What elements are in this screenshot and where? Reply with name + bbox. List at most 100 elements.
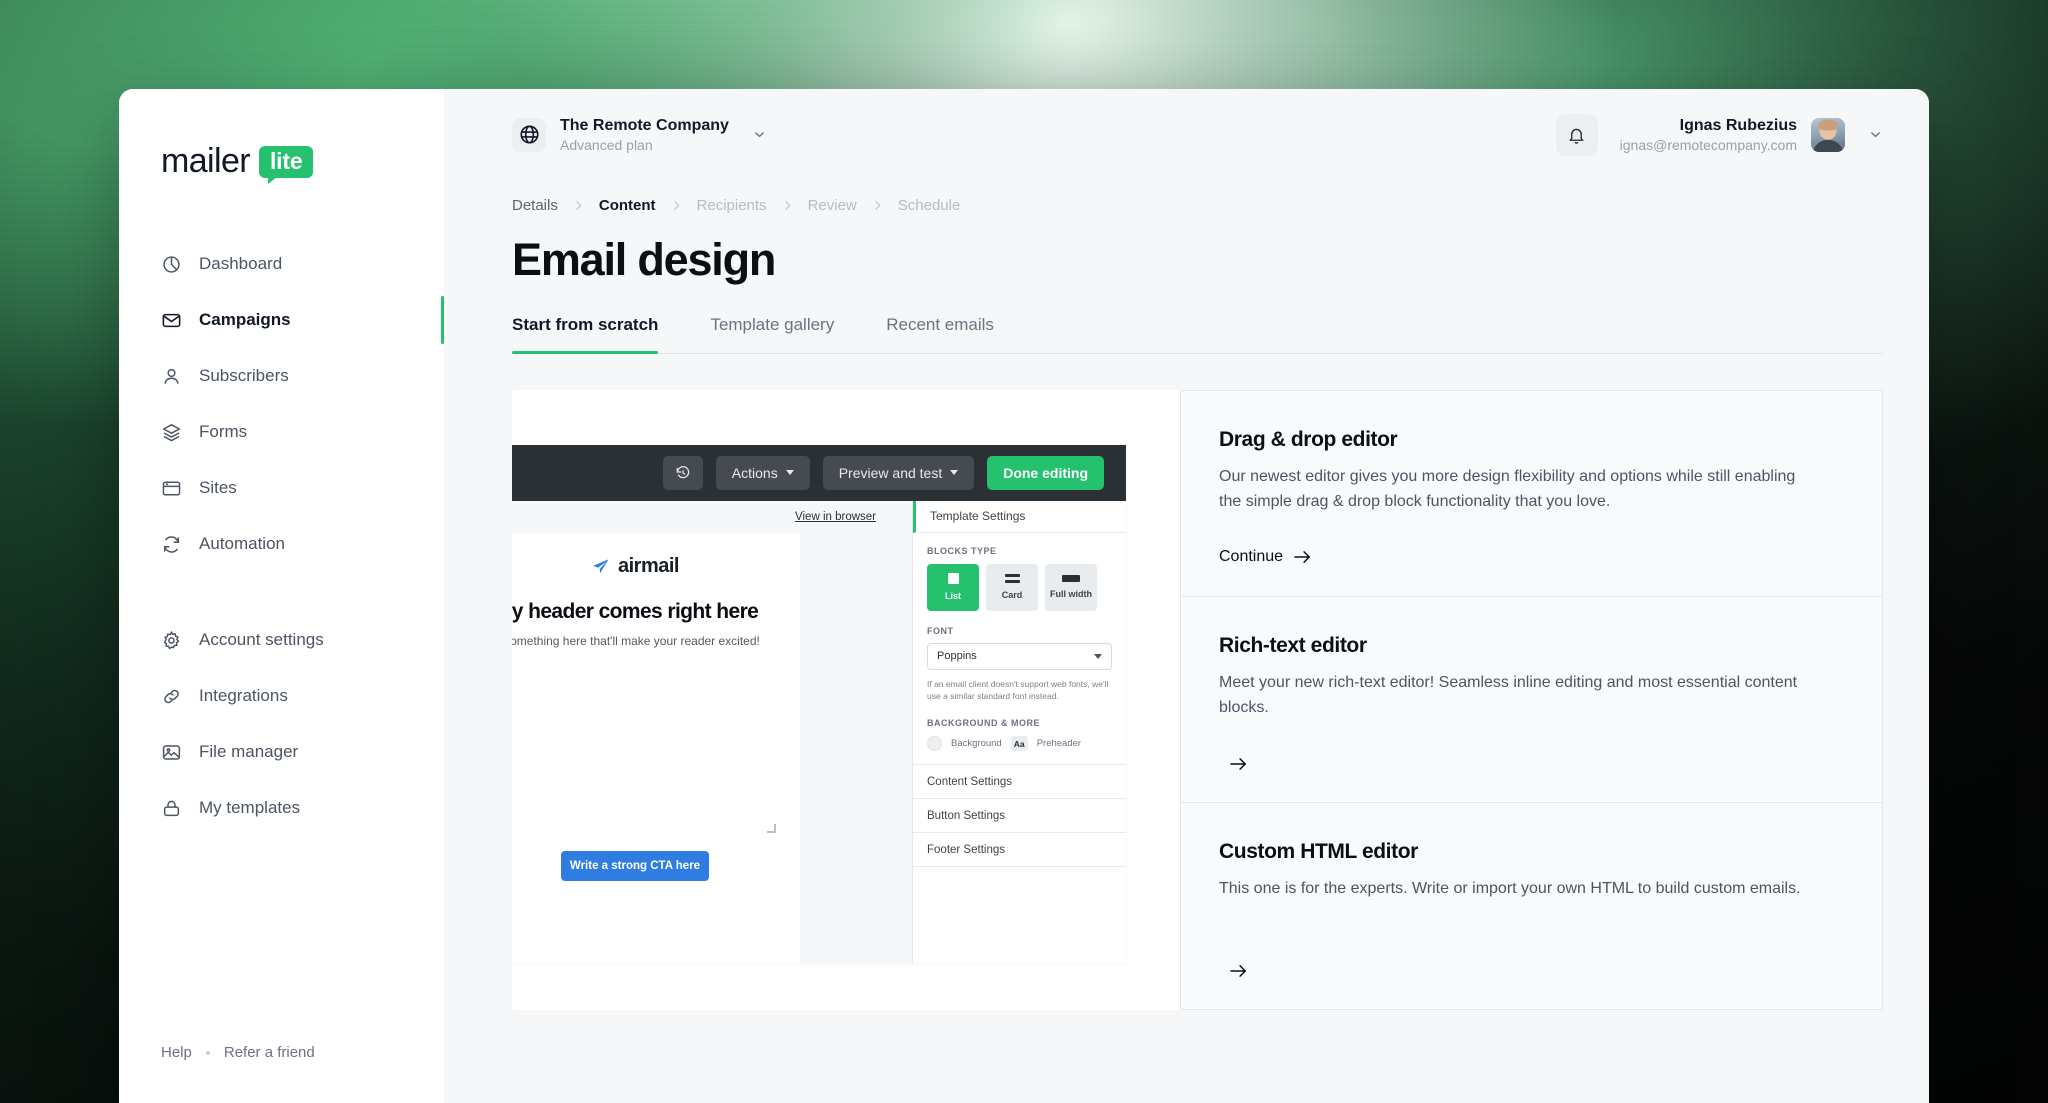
page-title: Email design: [512, 234, 776, 285]
user-name: Ignas Rubezius: [1679, 116, 1797, 134]
background-and-more-row: Background Aa Preheader: [927, 736, 1112, 752]
lock-icon: [161, 798, 182, 819]
tab-start-from-scratch[interactable]: Start from scratch: [512, 315, 684, 354]
editor-body: View in browser airmail y header comes r…: [512, 500, 1126, 963]
image-icon: [161, 742, 182, 763]
breadcrumb-item-details[interactable]: Details: [512, 197, 558, 214]
chevron-right-icon: [781, 199, 794, 212]
blocks-type-list[interactable]: List: [927, 563, 979, 611]
editor-toolbar: Actions Preview and test Done editing: [512, 444, 1126, 501]
main-area: The Remote Company Advanced plan Ignas R…: [444, 89, 1929, 1103]
notifications-button[interactable]: [1555, 114, 1598, 156]
footer-settings-row[interactable]: Footer Settings: [913, 833, 1126, 868]
editor-card-drag-and-drop[interactable]: Drag & drop editor Our newest editor giv…: [1180, 389, 1883, 597]
view-in-browser-link[interactable]: View in browser: [512, 511, 912, 533]
sidebar-item-dashboard[interactable]: Dashboard: [119, 236, 444, 292]
content-area: Details Content Recipients Review Schedu…: [444, 181, 1929, 1103]
sidebar-item-automation[interactable]: Automation: [119, 516, 444, 572]
editor-card-title: Drag & drop editor: [1219, 427, 1398, 451]
editor-card-rich-text[interactable]: Rich-text editor Meet your new rich-text…: [1180, 596, 1883, 804]
editor-card-title: Rich-text editor: [1219, 633, 1367, 657]
template-settings-body: BLOCKS TYPE List Card Full width FONT Po…: [913, 533, 1126, 752]
editor-card-custom-html[interactable]: Custom HTML editor This one is for the e…: [1180, 803, 1883, 1010]
font-select[interactable]: Poppins: [927, 642, 1112, 670]
preheader-icon[interactable]: Aa: [1010, 736, 1028, 752]
sidebar-item-integrations[interactable]: Integrations: [119, 668, 444, 724]
blocks-type-label-list: List: [944, 591, 961, 602]
sidebar-item-subscribers[interactable]: Subscribers: [119, 348, 444, 404]
chevron-down-icon: [1868, 127, 1883, 142]
sidebar-item-file-manager[interactable]: File manager: [119, 724, 444, 780]
breadcrumb-item-schedule[interactable]: Schedule: [898, 197, 961, 214]
email-cta-button[interactable]: Write a strong CTA here: [561, 850, 709, 881]
arrow-right-icon: [1229, 963, 1248, 979]
editor-card-body: This one is for the experts. Write or im…: [1219, 880, 1801, 898]
breadcrumb-item-content[interactable]: Content: [599, 197, 656, 214]
sidebar-item-campaigns[interactable]: Campaigns: [119, 292, 444, 348]
background-and-more-label: BACKGROUND & MORE: [927, 718, 1040, 729]
sidebar-item-account-settings[interactable]: Account settings: [119, 612, 444, 668]
topbar-right: Ignas Rubezius ignas@remotecompany.com: [1555, 114, 1883, 156]
user-menu[interactable]: Ignas Rubezius ignas@remotecompany.com: [1620, 117, 1883, 153]
help-link[interactable]: Help: [161, 1044, 192, 1061]
resize-handle[interactable]: [767, 823, 776, 833]
nav-group-secondary: Account settings Integrations File manag…: [119, 612, 444, 836]
sidebar-item-sites[interactable]: Sites: [119, 460, 444, 516]
design-tabs: Start from scratch Template gallery Rece…: [512, 315, 1883, 354]
chevron-down-icon: [752, 127, 767, 142]
editor-card-action[interactable]: [1219, 963, 1248, 979]
editor-card-body: Our newest editor gives you more design …: [1219, 467, 1796, 511]
background-option-label: Background: [951, 738, 1002, 750]
actions-label: Actions: [731, 464, 778, 481]
preview-and-test-label: Preview and test: [838, 464, 943, 481]
email-subline[interactable]: omething here that'll make your reader e…: [512, 634, 760, 648]
font-label: FONT: [927, 625, 954, 636]
done-editing-label: Done editing: [1003, 464, 1088, 481]
content-settings-row[interactable]: Content Settings: [913, 765, 1126, 800]
button-settings-row[interactable]: Button Settings: [913, 799, 1126, 834]
sidebar-item-label: My templates: [199, 798, 301, 817]
breadcrumb-item-recipients[interactable]: Recipients: [697, 197, 767, 214]
done-editing-button[interactable]: Done editing: [987, 455, 1104, 490]
org-switcher[interactable]: The Remote Company Advanced plan: [512, 117, 767, 153]
card-block-icon: [1004, 574, 1020, 584]
refresh-icon: [161, 534, 182, 555]
app-logo[interactable]: mailer lite: [119, 89, 444, 184]
blocks-type-label-full-width: Full width: [1050, 589, 1092, 600]
refer-a-friend-link[interactable]: Refer a friend: [224, 1044, 315, 1061]
tab-recent-emails[interactable]: Recent emails: [860, 315, 1020, 353]
email-headline[interactable]: y header comes right here: [512, 600, 759, 624]
logo-text-mailer: mailer: [161, 142, 251, 180]
tab-template-gallery[interactable]: Template gallery: [684, 315, 860, 353]
history-button[interactable]: [662, 455, 703, 490]
blocks-type-full-width[interactable]: Full width: [1045, 563, 1097, 611]
actions-button[interactable]: Actions: [715, 455, 810, 490]
sidebar-item-my-templates[interactable]: My templates: [119, 780, 444, 836]
list-block-icon: [947, 573, 959, 585]
sidebar-footer: Help Refer a friend: [119, 1044, 444, 1103]
preview-and-test-button[interactable]: Preview and test: [822, 455, 975, 490]
avatar: [1811, 117, 1845, 152]
background-color-swatch[interactable]: [927, 736, 942, 752]
editor-card-body: Meet your new rich-text editor! Seamless…: [1219, 674, 1798, 717]
sidebar-item-label: Sites: [199, 478, 237, 497]
chevron-right-icon: [572, 199, 585, 212]
breadcrumb-item-review[interactable]: Review: [808, 197, 857, 214]
template-settings-panel: Template Settings BLOCKS TYPE List Card …: [912, 500, 1126, 963]
sidebar-item-label: Dashboard: [199, 254, 283, 273]
sidebar-item-forms[interactable]: Forms: [119, 404, 444, 460]
editor-card-action[interactable]: Continue: [1219, 548, 1312, 566]
panes: Actions Preview and test Done editing Vi…: [512, 389, 1883, 1010]
blocks-type-group: List Card Full width: [927, 563, 1112, 611]
sidebar-item-label: Account settings: [199, 630, 324, 649]
editor-card-action[interactable]: [1219, 756, 1248, 772]
email-photo-grid[interactable]: [512, 666, 760, 820]
sidebar: mailer lite Dashboard Campaigns Subscrib…: [119, 89, 444, 1103]
editor-card-action-label: Continue: [1219, 547, 1284, 565]
email-card: airmail y header comes right here omethi…: [512, 532, 800, 963]
user-icon: [161, 366, 182, 387]
blocks-type-card[interactable]: Card: [986, 563, 1038, 611]
email-logo-wordmark: airmail: [618, 554, 679, 577]
link-icon: [161, 686, 182, 707]
globe-icon: [512, 117, 546, 152]
